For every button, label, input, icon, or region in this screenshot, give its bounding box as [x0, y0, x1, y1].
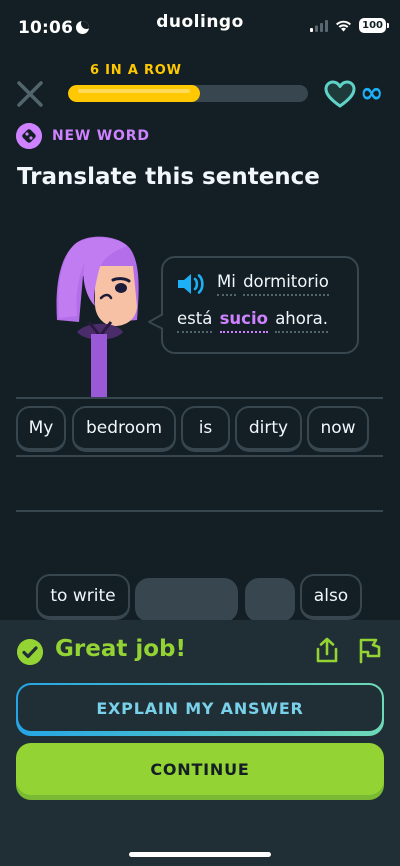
- page-title: Translate this sentence: [17, 164, 320, 190]
- word-bank-chip[interactable]: to write: [36, 574, 130, 620]
- continue-button[interactable]: CONTINUE: [16, 743, 384, 795]
- word-bank-empty-slot: [245, 578, 295, 622]
- character-illustration: [56, 236, 139, 398]
- answer-chip[interactable]: is: [181, 406, 230, 452]
- close-icon[interactable]: [14, 78, 46, 110]
- word-bank-chip[interactable]: also: [300, 574, 362, 620]
- prompt-line-2: está sucio ahora.: [177, 309, 330, 333]
- answer-chip[interactable]: dirty: [235, 406, 302, 452]
- answer-line: [16, 510, 383, 512]
- explain-answer-button[interactable]: EXPLAIN MY ANSWER: [16, 683, 384, 736]
- prompt-word[interactable]: está: [177, 309, 213, 333]
- hearts-count: ∞: [360, 76, 384, 109]
- feedback-message: Great job!: [55, 636, 186, 662]
- share-icon[interactable]: [314, 636, 340, 664]
- signal-icon: [310, 19, 329, 32]
- prompt-word[interactable]: ahora.: [275, 309, 328, 333]
- streak-label: 6 IN A ROW: [90, 63, 182, 78]
- wifi-icon: [336, 20, 352, 31]
- answer-chip[interactable]: now: [307, 406, 369, 452]
- lesson-progress-fill: [68, 85, 200, 102]
- word-bank-empty-slot: [135, 578, 238, 622]
- prompt-word[interactable]: Mi: [217, 272, 236, 296]
- bubble-tail: [148, 313, 164, 330]
- flag-icon[interactable]: [356, 636, 382, 664]
- heart-icon[interactable]: [324, 80, 356, 108]
- prompt-word-highlighted[interactable]: sucio: [219, 309, 268, 333]
- prompt-line-1: Mi dormitorio: [217, 272, 331, 296]
- lesson-progress-bar: [68, 85, 308, 102]
- explain-answer-label: EXPLAIN MY ANSWER: [18, 685, 382, 731]
- check-icon: [17, 639, 43, 665]
- new-word-icon: [16, 123, 42, 149]
- new-word-label: NEW WORD: [52, 128, 150, 144]
- answer-chip[interactable]: My: [16, 406, 66, 452]
- speaker-icon[interactable]: [176, 271, 206, 297]
- home-indicator: [129, 852, 271, 857]
- prompt-word[interactable]: dormitorio: [243, 272, 329, 296]
- status-indicators: 100: [310, 18, 389, 33]
- answer-line: [16, 455, 383, 457]
- answer-chip[interactable]: bedroom: [72, 406, 176, 452]
- battery-indicator: 100: [359, 18, 389, 33]
- status-bar: 10:06 duolingo 100: [0, 0, 400, 50]
- answer-line: [16, 397, 383, 399]
